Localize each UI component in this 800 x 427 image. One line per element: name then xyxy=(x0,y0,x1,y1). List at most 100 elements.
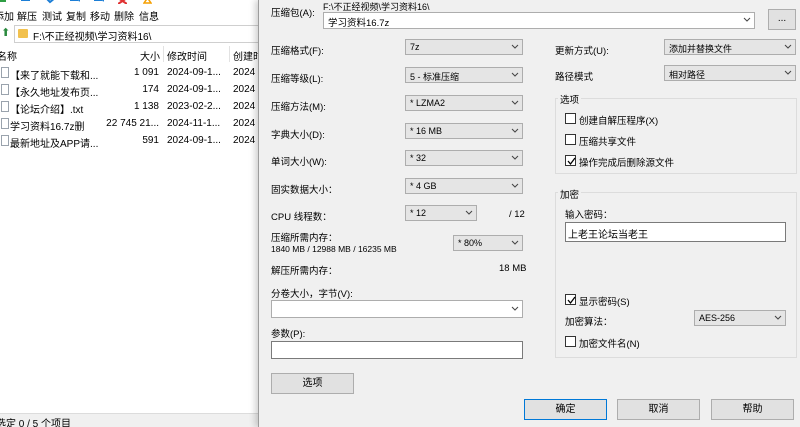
extract-button[interactable]: 解压 xyxy=(17,0,39,23)
chevron-down-icon xyxy=(511,43,519,50)
method-select[interactable]: * LZMA2 xyxy=(405,95,523,111)
add-button[interactable]: 添加 xyxy=(0,0,16,23)
sfx-checkbox[interactable] xyxy=(565,113,576,124)
chevron-down-icon xyxy=(774,314,782,321)
chevron-down-icon xyxy=(511,127,519,134)
move-arrow-icon xyxy=(94,0,105,2)
delete-button[interactable]: 删除 xyxy=(114,0,136,23)
file-manager-window: 添加 解压 测试 复制 移动 删除 信息 ⬆ F:\不正 xyxy=(0,0,262,427)
chevron-down-icon xyxy=(511,71,519,78)
update-mode-label: 更新方式(U): xyxy=(555,46,609,57)
chevron-down-icon xyxy=(465,209,473,216)
info-icon xyxy=(142,0,153,4)
level-select[interactable]: 5 - 标准压缩 xyxy=(405,67,523,83)
column-size[interactable]: 大小 xyxy=(140,48,160,63)
test-icon xyxy=(46,0,55,4)
extract-icon xyxy=(21,0,30,2)
chevron-down-icon xyxy=(743,16,751,23)
cancel-button[interactable]: 取消 xyxy=(617,399,700,420)
dict-label: 字典大小(D): xyxy=(271,130,325,141)
mem-percent-select[interactable]: * 80% xyxy=(453,235,523,251)
mem-decompress-value: 18 MB xyxy=(499,263,527,274)
password-value: 上老王论坛当老王 xyxy=(568,230,648,241)
format-select[interactable]: 7z xyxy=(405,39,523,55)
move-button[interactable]: 移动 xyxy=(90,0,112,23)
method-label: 压缩方法(M): xyxy=(271,102,326,113)
threads-max: / 12 xyxy=(509,209,525,220)
chevron-down-icon xyxy=(511,154,519,161)
file-list-header: 名称 大小 修改时间 创建时 xyxy=(0,46,262,63)
text-file-icon xyxy=(1,101,9,112)
path-mode-label: 路径模式 xyxy=(555,72,594,83)
address-bar: ⬆ F:\不正经视频\学习资料16\ xyxy=(0,25,262,43)
split-size-combo[interactable] xyxy=(271,300,523,318)
text-file-icon xyxy=(1,135,9,146)
threads-select[interactable]: * 12 xyxy=(405,205,477,221)
archive-name-combo[interactable]: 学习资料16.7z xyxy=(323,12,755,29)
test-button[interactable]: 测试 xyxy=(42,0,64,23)
solid-label: 固实数据大小： xyxy=(271,185,338,196)
browse-button[interactable]: ... xyxy=(768,9,796,30)
params-label: 参数(P): xyxy=(271,329,306,340)
text-file-icon xyxy=(1,84,9,95)
threads-label: CPU 线程数： xyxy=(271,212,332,223)
shared-files-checkbox[interactable] xyxy=(565,134,576,145)
ok-button[interactable]: 确定 xyxy=(524,399,607,420)
chevron-down-icon xyxy=(511,99,519,106)
encryption-method-label: 加密算法： xyxy=(565,317,613,328)
text-file-icon xyxy=(1,67,9,78)
encryption-group-title: 加密 xyxy=(558,187,582,201)
chevron-down-icon xyxy=(511,239,519,246)
encrypt-names-checkbox[interactable] xyxy=(565,336,576,347)
copy-arrow-icon xyxy=(70,0,81,2)
file-row[interactable]: 学习资料16.7z删 22 745 21... 2024-11-1... 202… xyxy=(0,115,262,133)
file-row[interactable]: 【来了就能下载和... 1 091 2024-09-1... 2024 xyxy=(0,64,262,82)
path-mode-select[interactable]: 相对路径 xyxy=(664,65,796,81)
archive-file-icon xyxy=(1,118,9,129)
show-password-label: 显示密码(S) xyxy=(579,297,630,308)
split-label: 分卷大小，字节(V): xyxy=(271,289,353,300)
sfx-label: 创建自解压程序(X) xyxy=(579,116,659,127)
delete-x-icon xyxy=(117,0,128,5)
word-select[interactable]: * 32 xyxy=(405,150,523,166)
checkmark-icon xyxy=(567,157,576,166)
delete-after-label: 操作完成后删除源文件 xyxy=(579,158,675,169)
options-group-title: 选项 xyxy=(558,92,582,106)
chevron-down-icon xyxy=(784,69,792,76)
password-input[interactable]: 上老王论坛当老王 xyxy=(565,222,786,242)
column-modified[interactable]: 修改时间 xyxy=(167,48,207,63)
column-name[interactable]: 名称 xyxy=(0,48,17,63)
solid-select[interactable]: * 4 GB xyxy=(405,178,523,194)
encryption-method-select[interactable]: AES-256 xyxy=(694,310,786,326)
up-folder-icon[interactable]: ⬆ xyxy=(1,27,11,39)
options-button[interactable]: 选项 xyxy=(271,373,354,394)
encrypt-names-label: 加密文件名(N) xyxy=(579,339,640,350)
level-label: 压缩等级(L): xyxy=(271,74,324,85)
file-row[interactable]: 最新地址及APP请... 591 2024-09-1... 2024 xyxy=(0,132,262,150)
chevron-down-icon xyxy=(784,43,792,50)
format-label: 压缩格式(F): xyxy=(271,46,324,57)
shared-files-label: 压缩共享文件 xyxy=(579,137,637,148)
help-button[interactable]: 帮助 xyxy=(711,399,794,420)
file-row[interactable]: 【永久地址发布页... 174 2024-09-1... 2024 xyxy=(0,81,262,99)
checkmark-icon xyxy=(567,296,576,305)
file-row[interactable]: 【论坛介绍】.txt 1 138 2023-02-2... 2024 xyxy=(0,98,262,116)
params-input[interactable] xyxy=(271,341,523,359)
archive-label: 压缩包(A): xyxy=(271,8,315,19)
dict-select[interactable]: * 16 MB xyxy=(405,123,523,139)
chevron-down-icon xyxy=(511,182,519,189)
add-to-archive-dialog: 压缩包(A): F:\不正经视频\学习资料16\ 学习资料16.7z ... 压… xyxy=(258,0,800,427)
mem-compress-label: 压缩所需内存： xyxy=(271,233,338,244)
password-label: 输入密码： xyxy=(565,210,613,221)
mem-compress-detail: 1840 MB / 12988 MB / 16235 MB xyxy=(271,244,397,254)
status-bar: 选定 0 / 5 个项目 xyxy=(0,413,262,427)
update-mode-select[interactable]: 添加并替换文件 xyxy=(664,39,796,55)
folder-icon xyxy=(18,29,28,38)
info-button[interactable]: 信息 xyxy=(139,0,161,23)
address-field[interactable]: F:\不正经视频\学习资料16\ xyxy=(14,25,262,43)
mem-decompress-label: 解压所需内存： xyxy=(271,266,338,277)
delete-after-checkbox[interactable] xyxy=(565,155,576,166)
toolbar: 添加 解压 测试 复制 移动 删除 信息 xyxy=(0,0,262,23)
copy-button[interactable]: 复制 xyxy=(66,0,88,23)
show-password-checkbox[interactable] xyxy=(565,294,576,305)
